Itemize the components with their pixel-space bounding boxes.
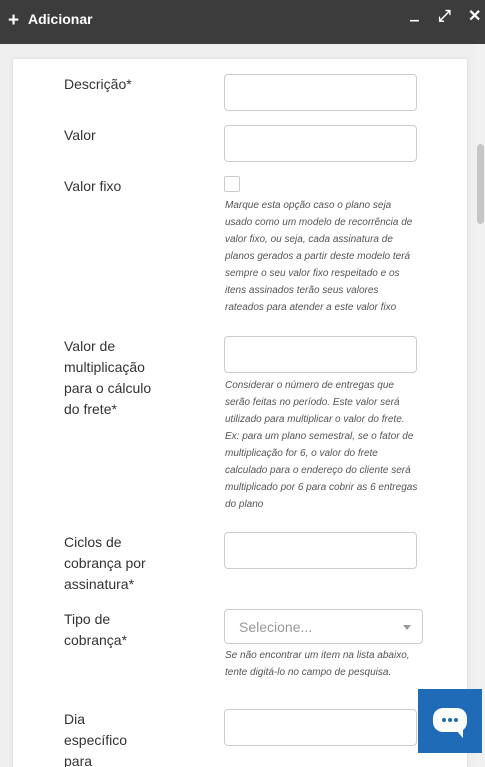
- minimize-icon[interactable]: ‒: [410, 13, 419, 29]
- chat-button[interactable]: [418, 689, 482, 753]
- scrollbar-thumb[interactable]: [477, 144, 484, 224]
- descricao-label: Descrição*: [64, 76, 132, 92]
- valor-label: Valor: [64, 127, 96, 143]
- window-titlebar: + Adicionar ‒ ⤢ ✕: [0, 0, 485, 44]
- valor-input[interactable]: [224, 125, 417, 162]
- chat-icon: [433, 708, 467, 738]
- dia-label: Dia específico para: [64, 711, 128, 767]
- ciclos-label: Ciclos de cobrança por assinatura*: [64, 534, 146, 592]
- valor-fixo-checkbox[interactable]: [224, 176, 240, 192]
- plus-icon: +: [8, 10, 20, 31]
- scrollbar[interactable]: [476, 44, 485, 767]
- descricao-input[interactable]: [224, 74, 417, 111]
- tipo-select[interactable]: Selecione...: [224, 609, 423, 644]
- valor-fixo-help: Marque esta opção caso o plano seja usad…: [225, 200, 413, 313]
- dia-input[interactable]: [224, 709, 417, 746]
- window-title: Adicionar: [28, 11, 93, 27]
- close-icon[interactable]: ✕: [468, 9, 481, 25]
- tipo-select-placeholder: Selecione...: [239, 619, 313, 635]
- maximize-icon[interactable]: ⤢: [438, 9, 451, 25]
- tipo-help: Se não encontrar um item na lista abaixo…: [225, 650, 410, 678]
- tipo-label: Tipo de cobrança*: [64, 611, 128, 648]
- valor-fixo-label: Valor fixo: [64, 178, 122, 194]
- chevron-down-icon: [403, 625, 411, 630]
- multiplicacao-input[interactable]: [224, 336, 417, 373]
- ciclos-input[interactable]: [224, 532, 417, 569]
- multiplicacao-label: Valor de multiplicação para o cálculo do…: [64, 338, 152, 417]
- multiplicacao-help: Considerar o número de entregas que serã…: [225, 380, 418, 510]
